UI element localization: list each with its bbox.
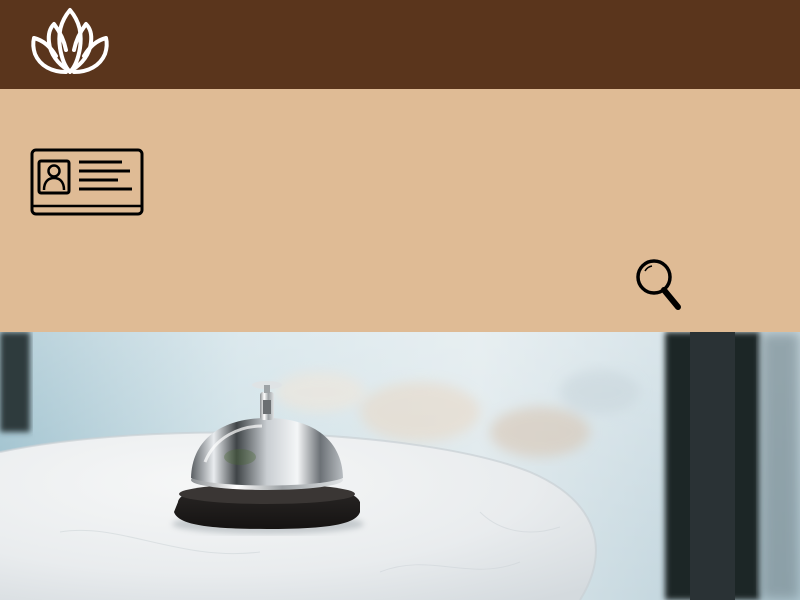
action-panel — [0, 89, 800, 332]
hero-image — [0, 332, 800, 600]
lotus-icon[interactable] — [30, 6, 110, 74]
header-bar — [0, 0, 800, 89]
id-card-icon[interactable] — [30, 148, 144, 216]
search-icon[interactable] — [634, 257, 684, 313]
